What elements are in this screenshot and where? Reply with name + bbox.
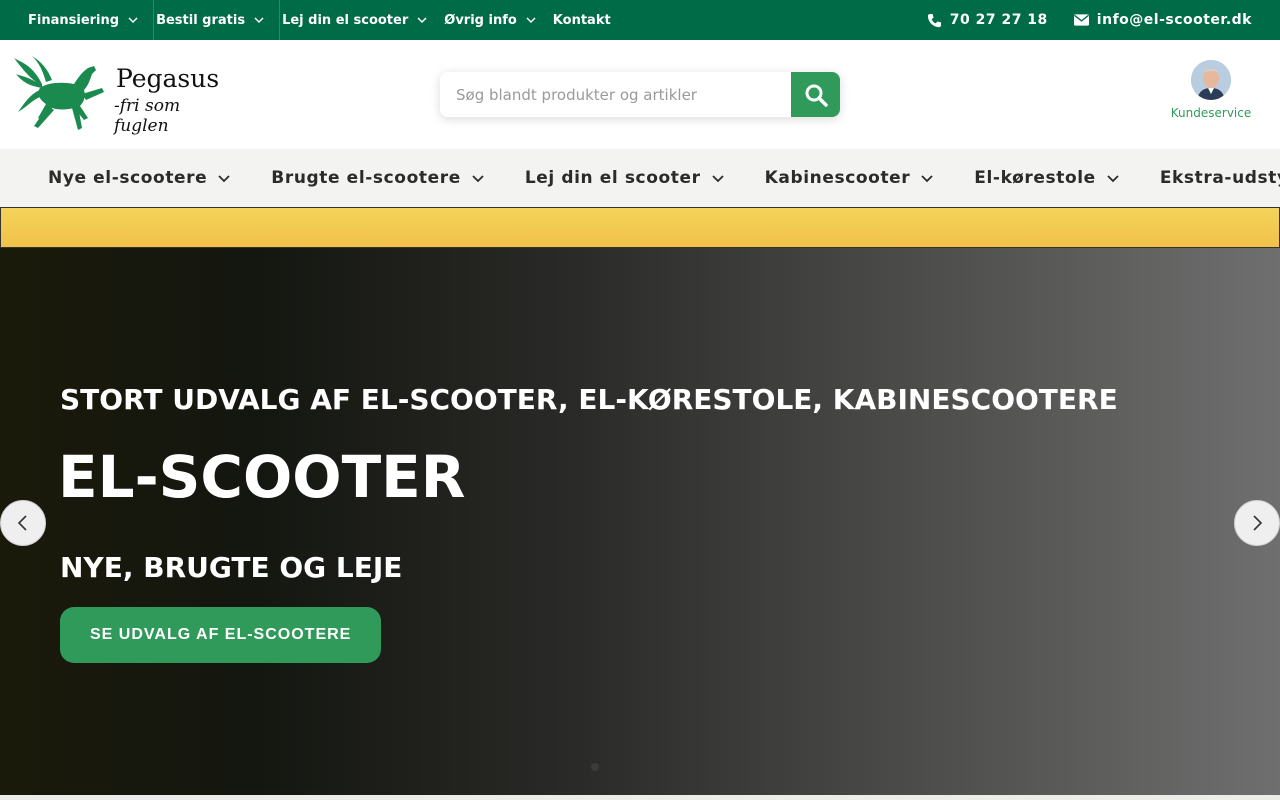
main-nav-kabinescooter[interactable]: Kabinescooter bbox=[765, 168, 935, 188]
chevron-right-icon bbox=[1253, 515, 1263, 531]
site-header: Pegasus -fri som fuglen Kundeservice bbox=[0, 40, 1280, 149]
search-button[interactable] bbox=[791, 72, 840, 117]
chevron-down-icon bbox=[472, 175, 484, 183]
top-nav-label: Bestil gratis bbox=[156, 12, 246, 28]
customer-service-label: Kundeservice bbox=[1170, 106, 1252, 120]
top-nav-kontakt[interactable]: Kontakt bbox=[553, 0, 625, 40]
main-nav-label: Brugte el-scootere bbox=[271, 168, 461, 188]
phone-link[interactable]: 70 27 27 18 bbox=[927, 12, 1048, 28]
main-nav-label: El-kørestole bbox=[974, 168, 1096, 188]
top-nav-label: Kontakt bbox=[552, 12, 611, 28]
chevron-down-icon bbox=[526, 17, 536, 24]
customer-service-link[interactable]: Kundeservice bbox=[1164, 60, 1258, 120]
search-icon bbox=[805, 84, 828, 107]
pegasus-horse-icon bbox=[14, 56, 104, 130]
logo-name: Pegasus bbox=[116, 64, 220, 93]
main-nav-lej-din-el-scooter[interactable]: Lej din el scooter bbox=[525, 168, 725, 188]
email-address: info@el-scooter.dk bbox=[1096, 12, 1252, 28]
phone-icon bbox=[927, 13, 941, 27]
logo-slogan: -fri som fuglen bbox=[114, 96, 181, 136]
avatar bbox=[1191, 60, 1231, 100]
top-bar: Finansiering Bestil gratis Lej din el sc… bbox=[0, 0, 1280, 40]
chevron-down-icon bbox=[417, 17, 427, 24]
main-nav: Nye el-scootere Brugte el-scootere Lej d… bbox=[0, 149, 1280, 207]
main-nav-el-korestole[interactable]: El-kørestole bbox=[974, 168, 1120, 188]
hero-slider: STORT UDVALG AF EL-SCOOTER, EL-KØRESTOLE… bbox=[0, 248, 1280, 795]
chevron-down-icon bbox=[921, 175, 933, 183]
main-nav-nye-el-scootere[interactable]: Nye el-scootere bbox=[48, 168, 231, 188]
hero-subtitle: STORT UDVALG AF EL-SCOOTER, EL-KØRESTOLE… bbox=[60, 383, 1118, 416]
page-divider bbox=[0, 795, 1280, 800]
top-nav-finansiering[interactable]: Finansiering bbox=[28, 0, 155, 40]
chevron-down-icon bbox=[711, 175, 724, 183]
main-nav-label: Nye el-scootere bbox=[48, 168, 208, 188]
chevron-left-icon bbox=[17, 515, 27, 531]
main-nav-ekstra-udstyr[interactable]: Ekstra-udstyr bbox=[1160, 168, 1280, 188]
top-nav-lej[interactable]: Lej din el scooter bbox=[282, 0, 442, 40]
top-nav-ovrig-info[interactable]: Øvrig info bbox=[444, 0, 551, 40]
chevron-down-icon bbox=[218, 175, 230, 183]
main-nav-label: Lej din el scooter bbox=[524, 168, 701, 188]
chevron-down-icon bbox=[128, 17, 138, 24]
notice-banner bbox=[0, 207, 1280, 248]
slider-prev-button[interactable] bbox=[0, 500, 46, 546]
slider-dot[interactable] bbox=[591, 763, 599, 771]
top-nav: Finansiering Bestil gratis Lej din el sc… bbox=[28, 0, 627, 40]
main-nav-brugte-el-scootere[interactable]: Brugte el-scootere bbox=[271, 168, 485, 188]
person-photo-icon bbox=[1191, 60, 1231, 100]
hero-tagline: NYE, BRUGTE OG LEJE bbox=[60, 551, 403, 584]
email-link[interactable]: info@el-scooter.dk bbox=[1073, 12, 1252, 28]
chevron-down-icon bbox=[1107, 175, 1119, 183]
see-selection-button[interactable]: SE UDVALG AF EL-SCOOTERE bbox=[60, 607, 382, 663]
slider-next-button[interactable] bbox=[1234, 500, 1280, 546]
chevron-down-icon bbox=[254, 17, 264, 24]
hero-title: EL-SCOOTER bbox=[58, 443, 466, 511]
pegasus-logo[interactable]: Pegasus -fri som fuglen bbox=[12, 54, 232, 136]
top-nav-label: Øvrig info bbox=[444, 12, 517, 28]
envelope-icon bbox=[1073, 14, 1089, 26]
main-nav-label: Kabinescooter bbox=[764, 168, 911, 188]
main-nav-label: Ekstra-udstyr bbox=[1159, 168, 1280, 188]
top-nav-label: Finansiering bbox=[28, 12, 120, 28]
phone-number: 70 27 27 18 bbox=[949, 12, 1048, 28]
top-nav-label: Lej din el scooter bbox=[282, 12, 409, 28]
top-contact: 70 27 27 18 info@el-scooter.dk bbox=[927, 12, 1252, 28]
search-input[interactable] bbox=[440, 72, 791, 117]
search-bar bbox=[440, 72, 840, 117]
top-nav-bestil-gratis[interactable]: Bestil gratis bbox=[156, 0, 281, 40]
